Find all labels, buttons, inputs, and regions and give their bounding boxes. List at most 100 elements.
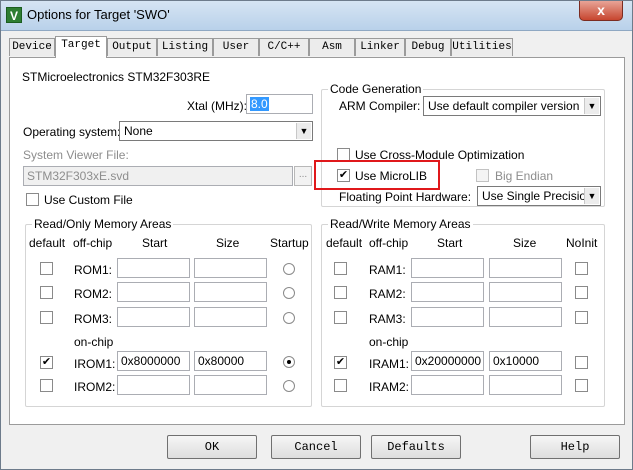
microlib-highlight-box [314, 160, 440, 190]
use-custom-file-label: Use Custom File [44, 193, 133, 207]
ram-header-size: Size [513, 236, 537, 250]
tab-device[interactable]: Device [9, 38, 55, 56]
ram-header-noinit: NoInit [566, 236, 598, 250]
iram1-label: IRAM1: [369, 357, 410, 371]
irom1-default-checkbox[interactable]: ✔ [40, 356, 53, 369]
ram3-start-input[interactable] [411, 307, 484, 327]
chevron-down-icon: ▼ [296, 123, 311, 139]
rom-areas-caption: Read/Only Memory Areas [32, 217, 174, 231]
rom1-label: ROM1: [74, 263, 113, 277]
tab-utilities[interactable]: Utilities [451, 38, 513, 56]
os-select[interactable]: None ▼ [119, 121, 313, 141]
ram2-noinit-checkbox[interactable] [575, 286, 588, 299]
tab-debug[interactable]: Debug [405, 38, 451, 56]
os-value: None [124, 124, 153, 138]
ram2-label: RAM2: [369, 287, 406, 301]
chevron-down-icon: ▼ [584, 188, 599, 204]
close-button[interactable]: x [579, 1, 623, 21]
irom2-startup-radio[interactable] [283, 380, 295, 392]
title-bar[interactable]: V Options for Target 'SWO' x [1, 1, 632, 31]
rom3-start-input[interactable] [117, 307, 190, 327]
rom1-default-checkbox[interactable] [40, 262, 53, 275]
iram2-noinit-checkbox[interactable] [575, 379, 588, 392]
arm-compiler-select[interactable]: Use default compiler version ▼ [423, 96, 601, 116]
ram-header-default: default [326, 236, 363, 250]
rom-header-start: Start [142, 236, 168, 250]
rom1-start-input[interactable] [117, 258, 190, 278]
device-name: STMicroelectronics STM32F303RE [22, 70, 211, 84]
arm-compiler-label: ARM Compiler: [339, 99, 421, 113]
help-button[interactable]: Help [530, 435, 620, 459]
ram3-label: RAM3: [369, 312, 406, 326]
rom3-default-checkbox[interactable] [40, 311, 53, 324]
iram1-noinit-checkbox[interactable] [575, 356, 588, 369]
ram3-default-checkbox[interactable] [334, 311, 347, 324]
close-icon: x [597, 2, 605, 18]
rom-header-size: Size [216, 236, 240, 250]
os-label: Operating system: [23, 125, 121, 139]
svd-label: System Viewer File: [23, 148, 129, 162]
tab-target[interactable]: Target [55, 36, 107, 58]
ram-header-offchip: off-chip [369, 236, 409, 250]
xtal-input[interactable]: 8.0 [246, 94, 313, 114]
iram2-size-input[interactable] [489, 375, 562, 395]
ram3-size-input[interactable] [489, 307, 562, 327]
svd-browse-button: ... [294, 166, 312, 186]
irom2-label: IROM2: [74, 380, 116, 394]
iram2-start-input[interactable] [411, 375, 484, 395]
target-panel: STMicroelectronics STM32F303RE Xtal (MHz… [9, 57, 625, 425]
iram1-default-checkbox[interactable]: ✔ [334, 356, 347, 369]
ram-onchip-label: on-chip [369, 335, 409, 349]
tab-asm[interactable]: Asm [309, 38, 355, 56]
ram1-default-checkbox[interactable] [334, 262, 347, 275]
cancel-button[interactable]: Cancel [271, 435, 361, 459]
keil-app-icon: V [6, 7, 22, 23]
iram2-default-checkbox[interactable] [334, 379, 347, 392]
chevron-down-icon: ▼ [584, 98, 599, 114]
rom-onchip-label: on-chip [74, 335, 114, 349]
irom2-size-input[interactable] [194, 375, 267, 395]
rom-header-offchip: off-chip [73, 236, 113, 250]
irom1-startup-radio[interactable] [283, 356, 295, 368]
iram1-size-input[interactable]: 0x10000 [489, 351, 562, 371]
iram1-start-input[interactable]: 0x20000000 [411, 351, 484, 371]
checkmark-icon: ✔ [41, 356, 52, 368]
rom2-default-checkbox[interactable] [40, 286, 53, 299]
ram1-size-input[interactable] [489, 258, 562, 278]
tab-c-cpp[interactable]: C/C++ [259, 38, 309, 56]
rom2-size-input[interactable] [194, 282, 267, 302]
ram-areas-caption: Read/Write Memory Areas [328, 217, 473, 231]
ok-button[interactable]: OK [167, 435, 257, 459]
ram1-noinit-checkbox[interactable] [575, 262, 588, 275]
irom2-start-input[interactable] [117, 375, 190, 395]
options-dialog: V Options for Target 'SWO' x Device Targ… [0, 0, 633, 470]
irom1-start-input[interactable]: 0x8000000 [117, 351, 190, 371]
ram1-label: RAM1: [369, 263, 406, 277]
rom1-startup-radio[interactable] [283, 263, 295, 275]
rom2-startup-radio[interactable] [283, 287, 295, 299]
rom2-start-input[interactable] [117, 282, 190, 302]
window-title: Options for Target 'SWO' [27, 7, 170, 22]
ram2-start-input[interactable] [411, 282, 484, 302]
tab-listing[interactable]: Listing [157, 38, 213, 56]
ram3-noinit-checkbox[interactable] [575, 311, 588, 324]
ram2-size-input[interactable] [489, 282, 562, 302]
tab-output[interactable]: Output [107, 38, 157, 56]
big-endian-checkbox[interactable] [476, 169, 489, 182]
rom3-size-input[interactable] [194, 307, 267, 327]
rom3-startup-radio[interactable] [283, 312, 295, 324]
svd-file-field: STM32F303xE.svd [23, 166, 293, 186]
tab-user[interactable]: User [213, 38, 259, 56]
rom1-size-input[interactable] [194, 258, 267, 278]
code-generation-caption: Code Generation [328, 82, 424, 96]
defaults-button[interactable]: Defaults [371, 435, 461, 459]
tab-linker[interactable]: Linker [355, 38, 405, 56]
rom-header-startup: Startup [270, 236, 309, 250]
fpu-select[interactable]: Use Single Precision ▼ [477, 186, 601, 206]
irom1-size-input[interactable]: 0x80000 [194, 351, 267, 371]
iram2-label: IRAM2: [369, 380, 410, 394]
irom2-default-checkbox[interactable] [40, 379, 53, 392]
ram2-default-checkbox[interactable] [334, 286, 347, 299]
use-custom-file-checkbox[interactable] [26, 193, 39, 206]
ram1-start-input[interactable] [411, 258, 484, 278]
